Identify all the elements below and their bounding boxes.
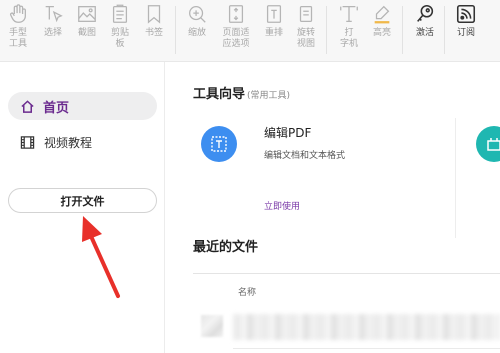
screenshot-button[interactable]: 截图 [72, 3, 102, 39]
subscribe-button[interactable]: 订阅 [451, 3, 481, 39]
zoom-label: 缩放 [187, 28, 206, 38]
column-header-name[interactable]: 名称 [238, 285, 256, 298]
tool-divider [455, 118, 456, 238]
tool-wizard-heading: 工具向导 (常用工具) [193, 83, 290, 102]
tool-wizard-subtitle: (常用工具) [247, 91, 291, 101]
toolbar-divider [175, 6, 176, 54]
rotate-view-label: 旋转 视图 [296, 28, 315, 49]
hand-icon [10, 4, 26, 23]
select-button[interactable]: 选择 [38, 3, 68, 39]
sidebar-item-home[interactable]: 首页 [8, 92, 157, 120]
next-tool-icon[interactable] [476, 126, 500, 162]
fit-page-label: 页面适 应选项 [222, 28, 250, 49]
main-content: 工具向导 (常用工具) 编辑PDF 编辑文档和文本格式 立即使用 最近的文件 名称 [166, 62, 500, 353]
divider [193, 273, 500, 274]
toolbar: 手型 工具 选择 截图 剪贴 板 书签 缩放 页面适 应选项 重排 旋转 视图 … [0, 0, 500, 62]
typewriter-button[interactable]: 打 字机 [334, 3, 364, 50]
rss-icon [456, 4, 476, 24]
film-icon [20, 135, 35, 149]
toolbar-divider [402, 6, 403, 54]
key-icon [417, 4, 434, 22]
select-label: 选择 [43, 28, 62, 38]
recent-file-row[interactable] [233, 314, 500, 340]
typewriter-label: 打 字机 [339, 28, 358, 49]
zoom-in-icon [189, 6, 206, 23]
highlight-button[interactable]: 高亮 [367, 3, 397, 39]
clipboard-label: 剪贴 板 [110, 28, 129, 49]
subscribe-label: 订阅 [456, 28, 475, 38]
fit-page-button[interactable]: 页面适 应选项 [217, 3, 255, 50]
activate-label: 激活 [415, 28, 434, 38]
tool-wizard-title: 工具向导 [193, 87, 246, 102]
annotation-arrow [82, 216, 120, 298]
rotate-view-button[interactable]: 旋转 视图 [291, 3, 321, 50]
sidebar-item-label: 首页 [43, 100, 70, 116]
use-now-link[interactable]: 立即使用 [264, 199, 300, 212]
divider [233, 348, 500, 349]
reflow-icon [266, 5, 282, 23]
sidebar-item-video-tutorial[interactable]: 视频教程 [8, 128, 157, 156]
edit-pdf-title[interactable]: 编辑PDF [264, 124, 311, 141]
file-thumbnail[interactable] [201, 315, 223, 337]
select-cursor-icon [45, 6, 63, 23]
typewriter-icon [340, 6, 358, 22]
recent-files-heading: 最近的文件 [193, 240, 259, 255]
bookmark-button[interactable]: 书签 [139, 3, 169, 39]
toolbar-divider [326, 6, 327, 54]
toolbar-divider [444, 6, 445, 54]
hand-tool-label: 手型 工具 [8, 28, 27, 49]
activate-button[interactable]: 激活 [410, 3, 440, 39]
rotate-icon [299, 6, 313, 22]
clipboard-button[interactable]: 剪贴 板 [105, 3, 135, 50]
clipboard-icon [112, 4, 128, 23]
sidebar-item-label: 视频教程 [44, 135, 93, 150]
reflow-button[interactable]: 重排 [259, 3, 289, 39]
image-icon [78, 6, 96, 22]
edit-text-icon [211, 136, 227, 152]
reflow-label: 重排 [264, 28, 283, 38]
hand-tool-button[interactable]: 手型 工具 [3, 3, 33, 50]
screenshot-label: 截图 [77, 28, 96, 38]
edit-pdf-icon[interactable] [201, 126, 237, 162]
home-icon [21, 99, 34, 113]
fit-page-icon [228, 5, 244, 23]
edit-pdf-description: 编辑文档和文本格式 [264, 151, 346, 161]
highlighter-icon [374, 5, 390, 24]
zoom-button[interactable]: 缩放 [182, 3, 212, 39]
tool-icon [487, 138, 500, 151]
bookmark-label: 书签 [144, 28, 163, 38]
bookmark-icon [147, 5, 161, 24]
highlight-label: 高亮 [372, 28, 391, 38]
